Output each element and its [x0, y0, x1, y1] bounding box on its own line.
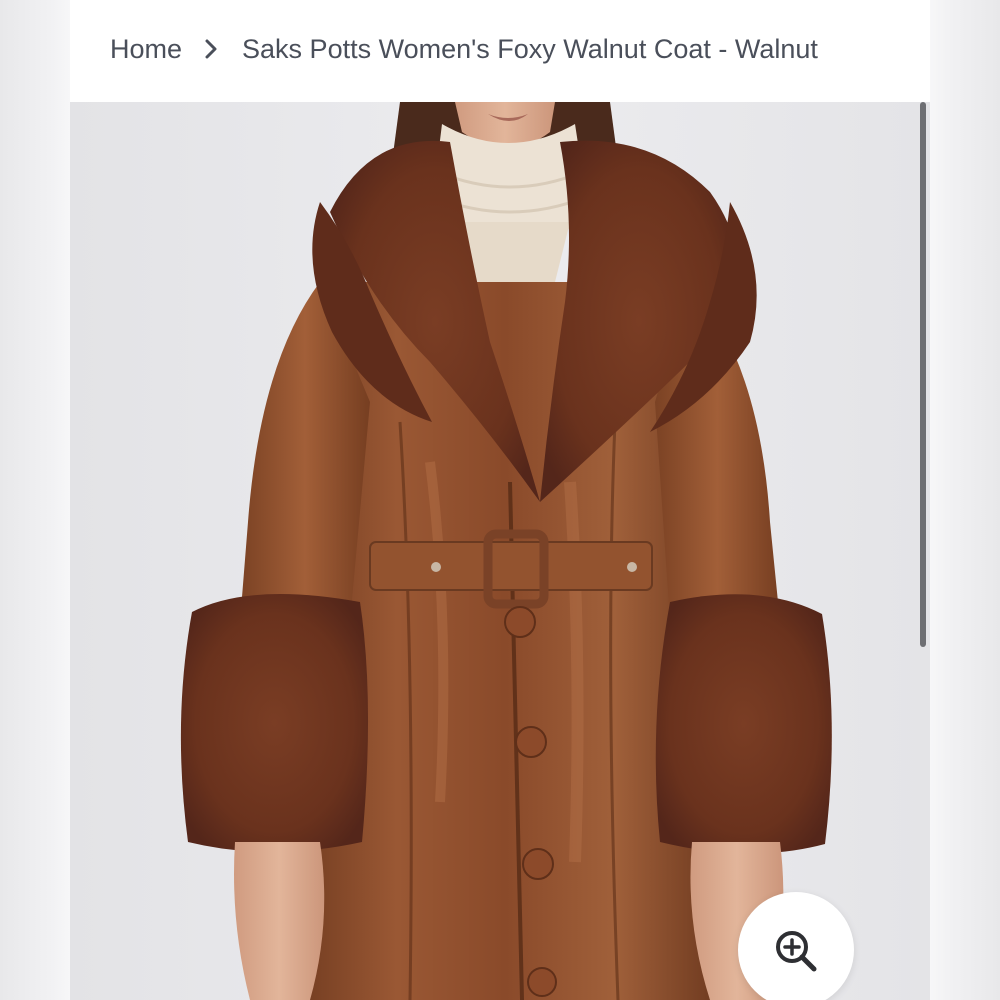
page-margin-right: [930, 0, 1000, 1000]
main-content: Home Saks Potts Women's Foxy Walnut Coat…: [70, 0, 930, 1000]
breadcrumb-current-page: Saks Potts Women's Foxy Walnut Coat - Wa…: [242, 33, 818, 64]
zoom-button[interactable]: [738, 892, 854, 1000]
product-page: Home Saks Potts Women's Foxy Walnut Coat…: [0, 0, 1000, 1000]
product-image[interactable]: [70, 102, 930, 1000]
breadcrumb-home-link[interactable]: Home: [110, 34, 182, 65]
page-margin-left: [0, 0, 70, 1000]
product-photo: [70, 102, 930, 1000]
zoom-in-icon: [776, 931, 817, 972]
breadcrumb: Home Saks Potts Women's Foxy Walnut Coat…: [110, 26, 818, 72]
chevron-right-icon: [182, 26, 242, 72]
scrollbar-thumb[interactable]: [920, 102, 926, 647]
